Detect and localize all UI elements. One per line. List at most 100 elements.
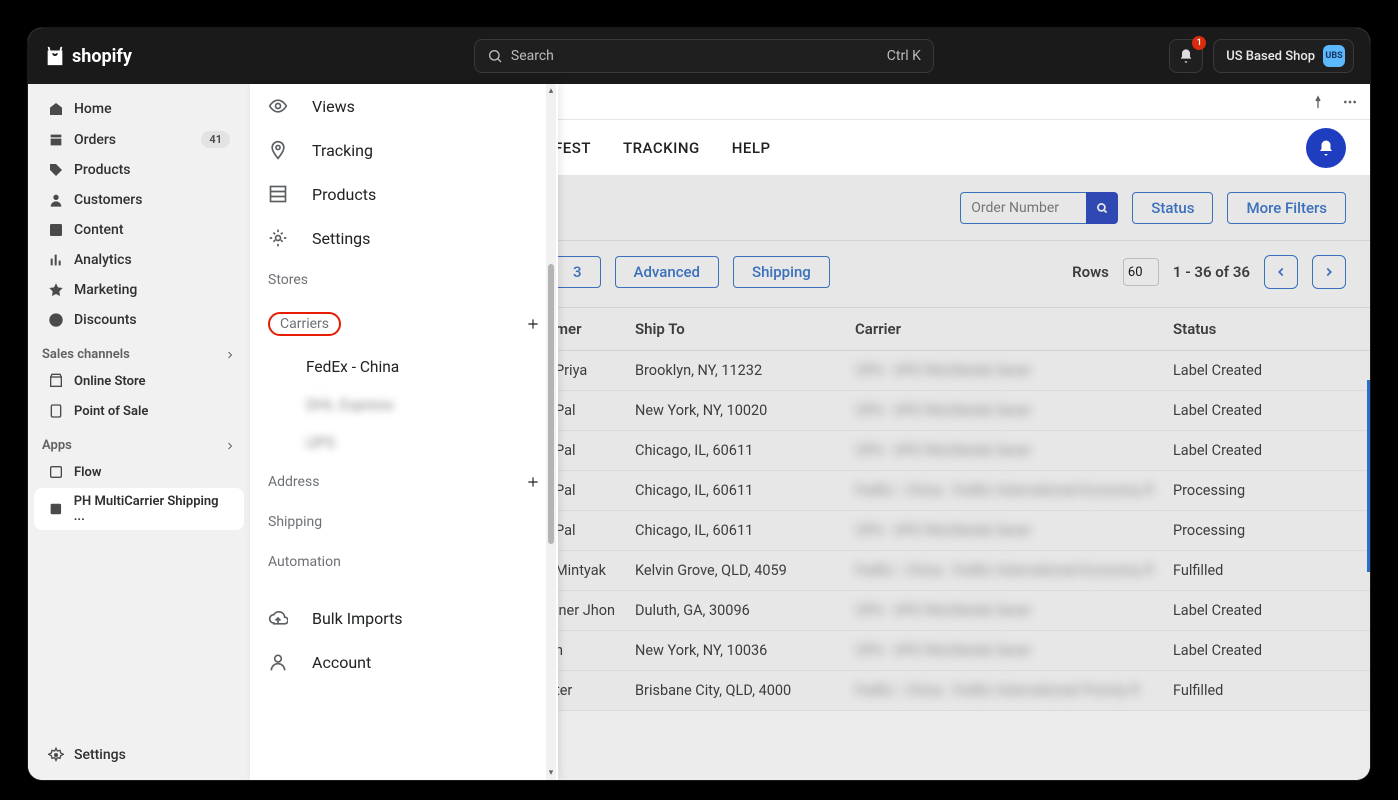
plus-icon[interactable]	[526, 317, 540, 331]
sidebar-item-orders[interactable]: Orders 41	[34, 125, 244, 154]
dd-label: Settings	[312, 229, 370, 248]
cell-carrier: UPS - UPS Worldwide Saver	[855, 442, 1173, 459]
sidebar-item-label: Settings	[74, 747, 126, 763]
orders-icon	[48, 132, 64, 148]
sidebar-item-label: Customers	[74, 192, 142, 208]
sidebar-item-discounts[interactable]: Discounts	[34, 306, 244, 334]
next-page-button[interactable]	[1312, 255, 1346, 289]
carrier-ups[interactable]: UPS	[250, 424, 558, 462]
dd-item-tracking[interactable]: Tracking	[250, 128, 558, 172]
dd-item-products[interactable]: Products	[250, 172, 558, 216]
shopify-logo[interactable]: shopify	[44, 45, 132, 67]
cell-carrier: UPS - UPS Worldwide Saver	[855, 362, 1173, 379]
more-filters-button[interactable]: More Filters	[1227, 192, 1346, 224]
sidebar-item-analytics[interactable]: Analytics	[34, 246, 244, 274]
grid-icon	[268, 184, 288, 204]
toolbar-button-3[interactable]: 3	[554, 256, 601, 288]
cell-carrier: UPS - UPS Worldwide Saver	[855, 642, 1173, 659]
pin-icon	[268, 140, 288, 160]
cell-status: Label Created	[1173, 402, 1346, 419]
carriers-heading-highlighted[interactable]: Carriers	[268, 312, 341, 336]
search-placeholder: Search	[511, 48, 554, 64]
page-range: 1 - 36 of 36	[1173, 263, 1250, 281]
order-search-button[interactable]	[1086, 192, 1118, 224]
sidebar-item-label: PH MultiCarrier Shipping ...	[74, 494, 230, 524]
dd-label: Account	[312, 653, 371, 672]
sidebar-item-products[interactable]: Products	[34, 156, 244, 184]
sidebar-item-flow[interactable]: Flow	[34, 458, 244, 486]
tag-icon	[48, 162, 64, 178]
sidebar-item-home[interactable]: Home	[34, 95, 244, 123]
sidebar-item-online-store[interactable]: Online Store	[34, 367, 244, 395]
marketing-icon	[48, 282, 64, 298]
cell-carrier: UPS - UPS Worldwide Saver	[855, 602, 1173, 619]
dd-label: Tracking	[312, 141, 373, 160]
orders-badge: 41	[201, 131, 230, 148]
sidebar-item-label: Content	[74, 222, 124, 238]
main-area: PH MultiCarrier Shipping Label FEST TRAC…	[250, 84, 1370, 780]
sidebar-item-pos[interactable]: Point of Sale	[34, 397, 244, 425]
carrier-dhl[interactable]: DHL Express	[250, 386, 558, 424]
dd-heading-shipping: Shipping	[250, 502, 558, 542]
rows-label: Rows	[1072, 263, 1109, 281]
toolbar-button-shipping[interactable]: Shipping	[733, 256, 830, 288]
pos-icon	[48, 403, 64, 419]
cell-status: Processing	[1173, 522, 1346, 539]
chevron-left-icon	[1274, 265, 1288, 279]
cell-customer: n	[555, 642, 635, 659]
toolbar-button-advanced[interactable]: Advanced	[615, 256, 719, 288]
sidebar-item-ph-multicarrier[interactable]: PH MultiCarrier Shipping ...	[34, 488, 244, 530]
dd-label: Views	[312, 97, 355, 116]
more-icon[interactable]	[1342, 94, 1358, 110]
plus-icon[interactable]	[526, 475, 540, 489]
tab-help[interactable]: HELP	[732, 139, 771, 157]
sidebar-item-marketing[interactable]: Marketing	[34, 276, 244, 304]
app-window: shopify Search Ctrl K 1 US Based Shop UB…	[28, 28, 1370, 780]
dd-item-account[interactable]: Account	[250, 640, 558, 684]
cell-customer: Pal	[555, 522, 635, 539]
app-icon	[48, 501, 64, 517]
prev-page-button[interactable]	[1264, 255, 1298, 289]
sidebar-item-label: Orders	[74, 132, 116, 148]
person-icon	[268, 652, 288, 672]
tab-fest[interactable]: FEST	[554, 139, 591, 157]
dd-label: Bulk Imports	[312, 609, 403, 628]
col-status: Status	[1173, 320, 1346, 338]
sidebar-heading-channels: Sales channels	[28, 335, 250, 366]
sidebar-item-label: Marketing	[74, 282, 137, 298]
notifications-button[interactable]: 1	[1169, 39, 1203, 73]
analytics-icon	[48, 252, 64, 268]
sidebar-heading-apps: Apps	[28, 426, 250, 457]
chevron-right-icon[interactable]	[224, 440, 236, 452]
status-filter-button[interactable]: Status	[1132, 192, 1213, 224]
user-icon	[48, 192, 64, 208]
cell-shipto: Chicago, IL, 60611	[635, 442, 855, 459]
rows-select[interactable]	[1123, 258, 1159, 286]
chevron-right-icon[interactable]	[224, 349, 236, 361]
sidebar-item-settings[interactable]: Settings	[34, 741, 244, 769]
shop-selector[interactable]: US Based Shop UBS	[1213, 39, 1354, 73]
settings-dropdown-panel: ▴ ▾ Views Tracking Products Setting	[250, 84, 558, 780]
col-carrier: Carrier	[855, 320, 1173, 338]
sidebar-item-label: Products	[74, 162, 131, 178]
dd-item-settings[interactable]: Settings	[250, 216, 558, 260]
flow-icon	[48, 464, 64, 480]
scroll-down-arrow[interactable]: ▾	[546, 768, 556, 778]
tab-tracking[interactable]: TRACKING	[623, 139, 700, 157]
search-box[interactable]: Search Ctrl K	[474, 39, 934, 73]
bell-icon	[1317, 139, 1335, 157]
dd-item-bulk-imports[interactable]: Bulk Imports	[250, 596, 558, 640]
pin-icon[interactable]	[1310, 94, 1326, 110]
order-number-input[interactable]	[960, 192, 1086, 224]
sidebar-item-customers[interactable]: Customers	[34, 186, 244, 214]
sidebar-item-content[interactable]: Content	[34, 216, 244, 244]
dd-heading-automation: Automation	[250, 542, 558, 582]
carrier-fedex-china[interactable]: FedEx - China	[250, 348, 558, 386]
col-shipto: Ship To	[635, 320, 855, 338]
app-notifications-button[interactable]	[1306, 128, 1346, 168]
dd-item-views[interactable]: Views	[250, 84, 558, 128]
sidebar-item-label: Online Store	[74, 374, 146, 389]
order-number-search	[960, 192, 1118, 224]
scroll-up-arrow[interactable]: ▴	[546, 86, 556, 96]
notifications-badge: 1	[1192, 36, 1206, 50]
